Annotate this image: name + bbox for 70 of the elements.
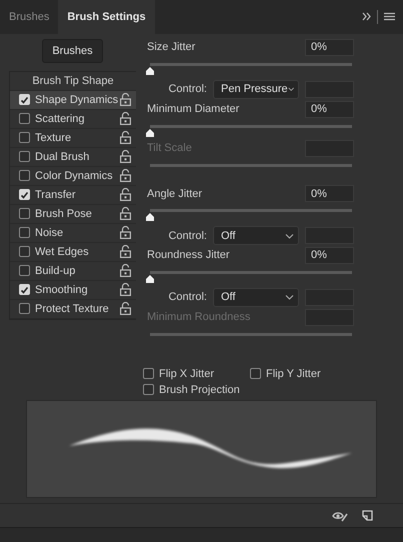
control-label: Control: (168, 83, 207, 96)
list-item-label[interactable]: Shape Dynamics (35, 94, 120, 106)
brushes-button[interactable]: Brushes (42, 38, 103, 63)
setting-label: Angle Jitter (147, 188, 202, 200)
list-item-label[interactable]: Color Dynamics (35, 170, 120, 182)
chevron-icon (285, 294, 294, 300)
list-item-background[interactable]: Shape Dynamics (10, 90, 136, 110)
lock-icon[interactable] (120, 264, 131, 278)
lock-icon[interactable] (120, 283, 131, 296)
control-dropdown[interactable]: Pen Pressure (213, 80, 299, 99)
new-brush-icon[interactable] (362, 510, 373, 522)
control-dropdown[interactable]: Off (213, 288, 299, 307)
checkbox[interactable] (19, 227, 30, 238)
visibility-brush-icon[interactable] (332, 510, 348, 522)
list-item-label[interactable]: Build-up (35, 264, 120, 277)
checkbox[interactable] (19, 113, 30, 124)
lock-icon[interactable] (120, 150, 131, 164)
list-item-label[interactable]: Wet Edges (35, 246, 120, 258)
lock-icon[interactable] (120, 245, 131, 258)
value-field[interactable]: 0% (305, 246, 354, 264)
list-item-label[interactable]: Dual Brush (35, 150, 120, 163)
lock-icon[interactable] (120, 188, 131, 202)
slider-thumb[interactable] (145, 66, 155, 75)
slider-thumb[interactable] (145, 128, 155, 137)
list-item-label[interactable]: Smoothing (35, 284, 120, 296)
checkbox[interactable] (19, 132, 30, 144)
list-item-label[interactable]: Scattering (35, 112, 120, 125)
checkbox[interactable] (19, 303, 30, 314)
slider-thumb[interactable] (145, 213, 155, 222)
lock-icon[interactable] (120, 302, 131, 316)
list-item-label[interactable]: Texture (35, 132, 120, 144)
checkbox-label: Flip X Jitter (159, 368, 214, 380)
tab[interactable]: Brushes (0, 0, 58, 34)
checkbox[interactable] (19, 151, 30, 162)
expand-icon[interactable] (362, 12, 371, 22)
setting-label: Roundness Jitter (147, 249, 230, 262)
checkbox[interactable] (143, 368, 154, 380)
chevron-icon (285, 232, 294, 239)
checkbox[interactable] (250, 368, 261, 380)
setting-label: Tilt Scale (147, 142, 192, 154)
control-label: Control: (168, 230, 207, 242)
setting-label: Minimum Diameter (147, 103, 240, 116)
menu-icon[interactable] (384, 12, 395, 22)
value-field[interactable]: 0% (305, 100, 354, 118)
checkbox-label: Brush Projection (159, 384, 240, 396)
checkbox[interactable] (19, 246, 30, 258)
lock-icon[interactable] (120, 169, 131, 182)
lock-icon[interactable] (120, 226, 131, 240)
lock-icon[interactable] (120, 93, 131, 106)
setting-label: Minimum Roundness (147, 311, 250, 324)
value-field[interactable]: 0% (305, 185, 354, 202)
value-field[interactable]: 0% (305, 38, 354, 56)
list-item-label[interactable]: Protect Texture (35, 302, 120, 315)
list-item-label[interactable]: Brush Pose (35, 208, 120, 220)
list-item-label[interactable]: Noise (35, 226, 120, 239)
tab[interactable]: Brush Settings (58, 0, 155, 34)
lock-icon[interactable] (120, 112, 131, 126)
lock-icon[interactable] (120, 131, 131, 144)
lock-icon[interactable] (120, 207, 131, 220)
slider-thumb[interactable] (145, 274, 155, 283)
control-dropdown[interactable]: Off (213, 226, 299, 246)
list-item-label[interactable]: Transfer (35, 188, 120, 201)
checkbox[interactable] (19, 208, 30, 220)
checkbox[interactable] (143, 384, 154, 396)
checkbox[interactable] (19, 265, 30, 276)
checkbox[interactable] (19, 170, 30, 182)
checkbox-label: Flip Y Jitter (266, 368, 321, 380)
control-label: Control: (168, 291, 207, 304)
setting-label: Size Jitter (147, 41, 196, 54)
chevron-icon (288, 86, 294, 92)
